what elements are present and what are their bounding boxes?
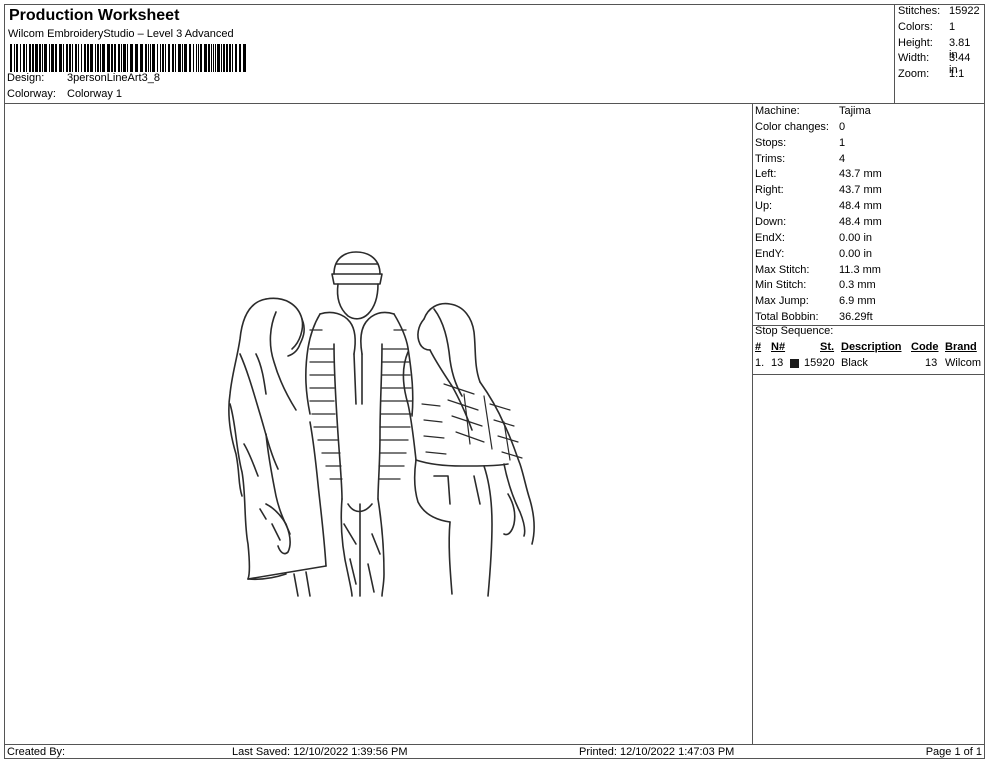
left-figure [228,297,327,597]
stitch-count: 15920 [804,357,835,369]
colors-value: 1 [949,21,956,33]
color-swatch [790,359,799,368]
info-label: Down: [755,215,787,228]
col-num: # [755,341,762,353]
worksheet-header: Production Worksheet Wilcom EmbroiderySt… [4,4,895,104]
info-label: Right: [755,184,784,197]
software-name: Wilcom EmbroideryStudio – Level 3 Advanc… [8,28,234,40]
info-label: EndY: [755,247,785,260]
info-label: Up: [755,200,773,213]
info-label: Max Stitch: [755,263,810,276]
info-value: 1 [839,136,846,149]
printed-date: Printed: 12/10/2022 1:47:03 PM [579,746,735,758]
worksheet-footer: Created By: Last Saved: 12/10/2022 1:39:… [4,744,985,759]
right-figure [402,302,535,597]
design-preview [4,104,753,744]
width-label: Width: [898,52,930,64]
info-label: Left: [755,168,777,181]
info-value: 43.7 mm [839,168,882,181]
created-by: Created By: [7,746,66,758]
zoom-value: 1:1 [949,68,965,80]
design-label: Design: [7,72,45,84]
info-value: 0.00 in [839,247,873,260]
thread-brand: Wilcom [945,357,982,369]
info-label: Trims: [755,152,786,165]
design-summary: Stitches: 15922 Colors: 1 Height: 3.81 i… [895,4,985,104]
col-brand: Brand [945,341,977,353]
info-label: Max Jump: [755,295,809,308]
info-value: Tajima [839,105,871,117]
line-art-illustration [228,251,535,597]
needle-num: 13 [771,357,784,369]
colors-label: Colors: [898,21,933,33]
page-title: Production Worksheet [9,7,180,24]
stop-sequence-header: # N# St. Description Code Brand [755,341,985,356]
height-label: Height: [898,37,933,49]
info-value: 4 [839,152,846,165]
middle-figure [305,251,414,597]
zoom-label: Zoom: [898,68,930,80]
col-code: Code [911,341,939,353]
info-label: Color changes: [755,120,829,133]
info-label: Machine: [755,105,800,117]
design-value: 3personLineArt3_8 [67,72,160,84]
info-label: EndX: [755,231,785,244]
plaid-lines [421,383,523,461]
colorway-label: Colorway: [7,88,56,100]
col-stitches: St. [820,341,835,353]
stop-num: 1. [755,357,765,369]
info-value: 6.9 mm [839,295,876,308]
page-number: Page 1 of 1 [925,746,982,758]
divider [753,374,985,375]
info-value: 0.00 in [839,231,873,244]
col-needle: N# [771,341,786,353]
color-description: Black [841,357,868,369]
info-value: 11.3 mm [839,263,881,276]
colorway-value: Colorway 1 [67,88,123,100]
color-code: 13 [925,357,938,369]
info-label: Stops: [755,136,787,149]
col-description: Description [841,341,902,353]
stitches-label: Stitches: [898,5,941,17]
info-value: 0.3 mm [839,279,876,292]
info-label: Total Bobbin: [755,311,819,324]
info-value: 0 [839,120,846,133]
barcode [10,44,246,72]
info-value: 48.4 mm [839,200,882,213]
table-row: 1. 13 15920 Black 13 Wilcom [755,357,985,372]
stop-sequence-label: Stop Sequence: [755,325,834,337]
info-value: 48.4 mm [839,215,882,228]
info-value: 36.29ft [839,311,873,324]
stitches-value: 15922 [949,5,980,17]
info-value: 43.7 mm [839,184,882,197]
info-label: Min Stitch: [755,279,807,292]
last-saved: Last Saved: 12/10/2022 1:39:56 PM [232,746,408,758]
